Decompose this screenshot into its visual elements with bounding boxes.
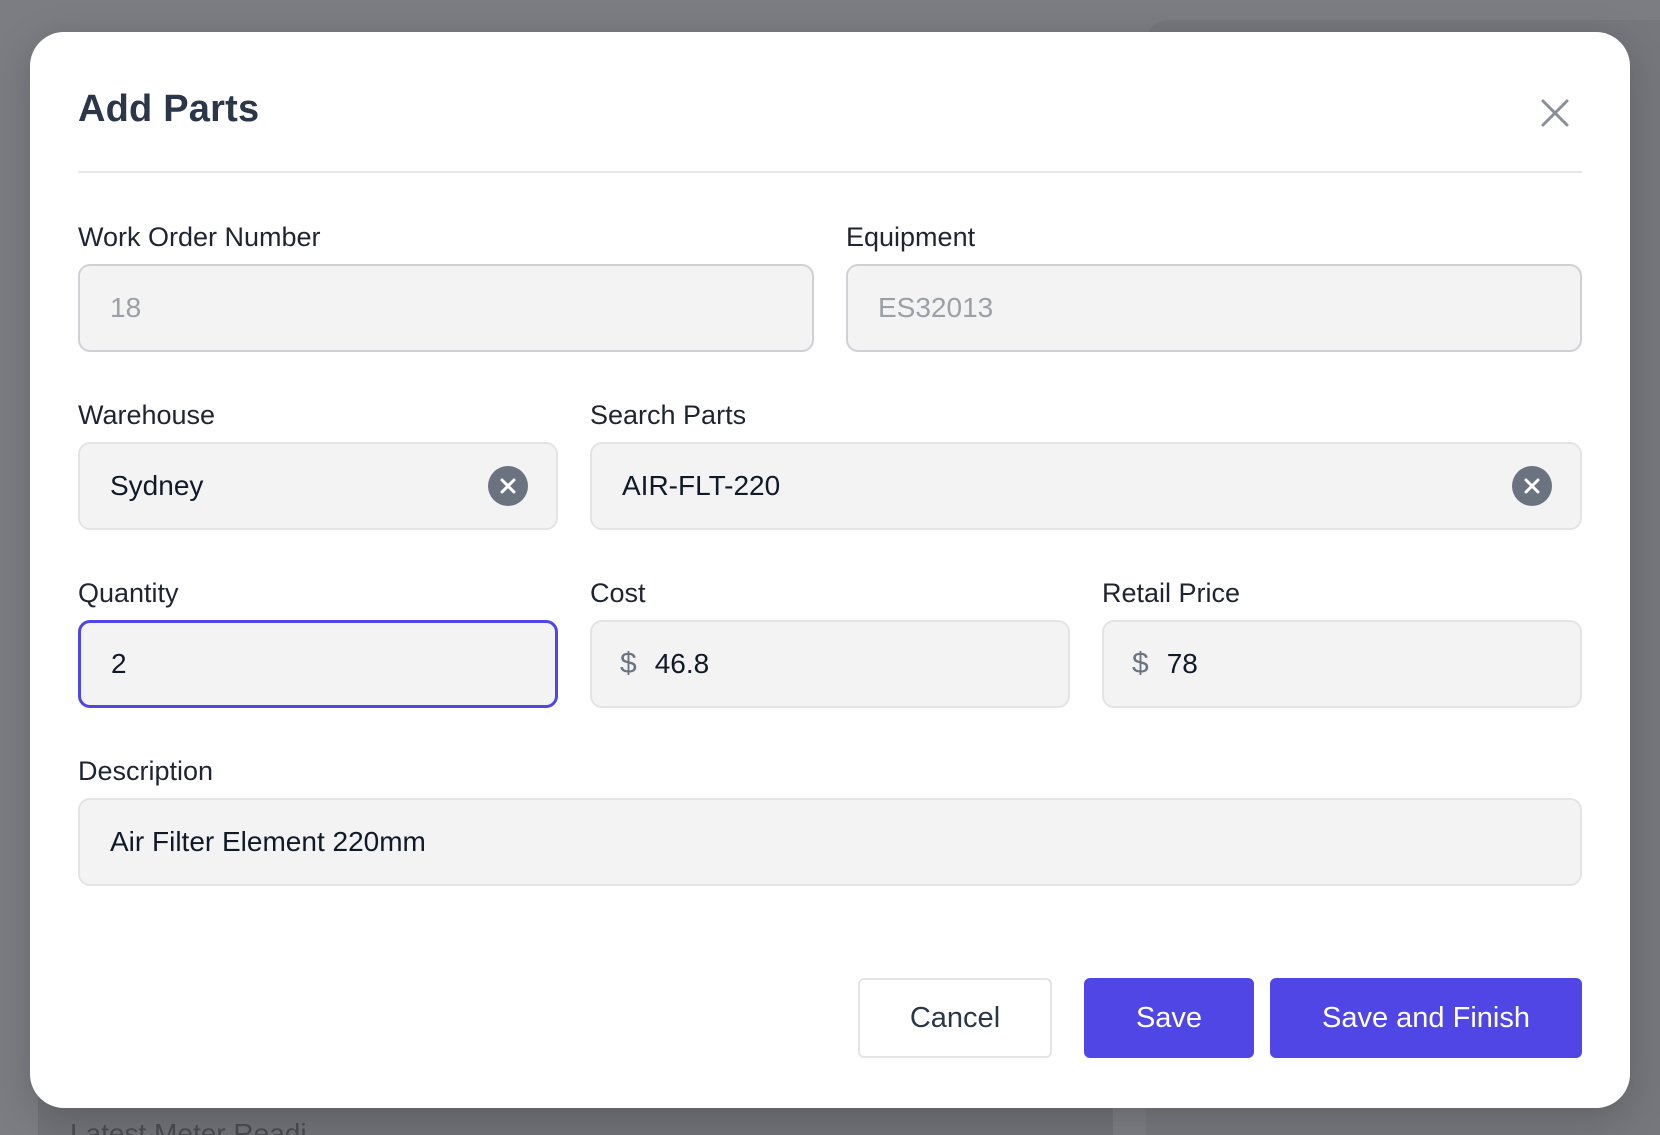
- quantity-value: 2: [111, 648, 127, 679]
- close-button[interactable]: [1530, 88, 1580, 138]
- warehouse-label: Warehouse: [78, 400, 216, 430]
- description-value: Air Filter Element 220mm: [110, 826, 426, 857]
- search-parts-label: Search Parts: [590, 400, 747, 430]
- save-button[interactable]: Save: [1084, 978, 1254, 1058]
- quantity-input[interactable]: 2: [78, 620, 558, 708]
- header-divider: [78, 171, 1582, 173]
- search-parts-input[interactable]: AIR-FLT-220: [590, 442, 1582, 530]
- warehouse-clear-icon[interactable]: [488, 466, 528, 506]
- work-order-label: Work Order Number: [78, 222, 321, 252]
- work-order-value: 18: [110, 292, 142, 323]
- cancel-button[interactable]: Cancel: [858, 978, 1052, 1058]
- cost-currency-symbol: $: [620, 647, 637, 680]
- retail-price-value: 78: [1166, 648, 1198, 679]
- search-parts-clear-icon[interactable]: [1512, 466, 1552, 506]
- equipment-value: ES32013: [878, 292, 994, 323]
- retail-price-label: Retail Price: [1102, 578, 1241, 608]
- description-label: Description: [78, 756, 214, 786]
- close-icon: [1541, 99, 1569, 127]
- search-parts-value: AIR-FLT-220: [622, 470, 781, 501]
- description-input[interactable]: Air Filter Element 220mm: [78, 798, 1582, 886]
- equipment-label: Equipment: [846, 222, 976, 252]
- retail-price-input[interactable]: $ 78: [1102, 620, 1582, 708]
- save-and-finish-button[interactable]: Save and Finish: [1270, 978, 1582, 1058]
- cost-value: 46.8: [654, 648, 710, 679]
- retail-price-currency-symbol: $: [1132, 647, 1149, 680]
- warehouse-select[interactable]: Sydney: [78, 442, 558, 530]
- background-text: Latest Meter Readi...: [70, 1118, 330, 1135]
- cost-input[interactable]: $ 46.8: [590, 620, 1070, 708]
- work-order-field: 18: [78, 264, 814, 352]
- modal-title: Add Parts: [78, 88, 260, 130]
- warehouse-value: Sydney: [110, 470, 204, 501]
- quantity-label: Quantity: [78, 578, 179, 608]
- cost-label: Cost: [590, 578, 646, 608]
- add-parts-modal: Add Parts Work Order Number 18 Equipment…: [30, 32, 1630, 1108]
- equipment-field: ES32013: [846, 264, 1582, 352]
